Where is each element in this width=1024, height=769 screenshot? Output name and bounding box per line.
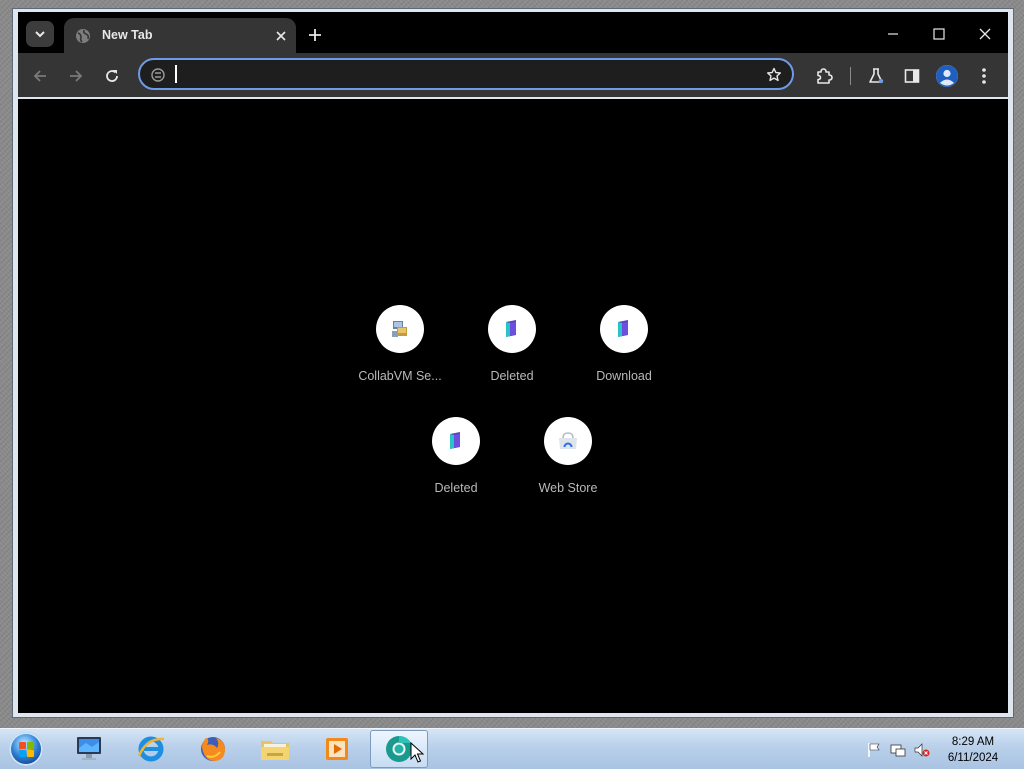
tab-search-button[interactable]	[26, 21, 54, 47]
shortcut-label: Deleted	[490, 369, 534, 383]
chevron-down-icon	[35, 31, 45, 38]
taskbar-app-media-player[interactable]	[310, 730, 364, 768]
new-tab-button[interactable]	[304, 24, 326, 46]
shortcut-tile[interactable]: CollabVM Se...	[344, 305, 456, 405]
internet-explorer-icon	[137, 736, 165, 762]
media-player-icon	[326, 738, 348, 760]
shortcut-icon-circle	[544, 417, 592, 465]
browser-toolbar	[18, 53, 1008, 97]
purple-bookmark-icon	[618, 320, 628, 337]
shortcut-tile[interactable]: Deleted	[400, 417, 512, 517]
purple-bookmark-icon	[450, 432, 460, 449]
clock-time: 8:29 AM	[951, 736, 995, 748]
chrome-page-icon	[150, 67, 166, 83]
maximize-button[interactable]	[916, 20, 962, 48]
extensions-button[interactable]	[812, 64, 836, 88]
address-input[interactable]	[174, 63, 758, 87]
address-bar[interactable]	[138, 58, 794, 90]
firefox-icon	[201, 737, 225, 761]
close-window-button[interactable]	[962, 20, 1008, 48]
new-tab-page: CollabVM Se... Deleted Download Deleted	[18, 99, 1008, 713]
person-icon	[936, 65, 958, 87]
network-icon[interactable]	[890, 742, 906, 758]
taskbar-app-windows-explorer[interactable]	[248, 730, 302, 768]
globe-icon	[76, 29, 90, 43]
maximize-icon	[933, 28, 945, 40]
side-panel-icon	[904, 69, 920, 83]
shortcut-icon-circle	[488, 305, 536, 353]
start-button[interactable]	[6, 730, 46, 768]
shortcut-icon-circle	[600, 305, 648, 353]
shortcut-tile[interactable]: Web Store	[512, 417, 624, 517]
collabvm-icon	[392, 321, 407, 337]
shortcut-label: Deleted	[434, 481, 478, 495]
tab-title: New Tab	[102, 28, 153, 42]
shortcut-label: Download	[596, 369, 652, 383]
folder-icon	[261, 741, 289, 760]
flask-icon	[869, 68, 884, 84]
taskbar: 8:29 AM 6/11/2024	[0, 728, 1024, 769]
profile-avatar[interactable]	[936, 65, 958, 87]
puzzle-icon	[817, 68, 833, 84]
close-icon	[276, 31, 286, 41]
reload-icon	[106, 70, 118, 82]
back-button[interactable]	[28, 64, 52, 88]
purple-bookmark-icon	[506, 320, 516, 337]
minimize-icon	[888, 33, 898, 35]
browser-window: New Tab CollabVM Se... Deleted Download …	[12, 8, 1014, 718]
arrow-left-icon	[33, 70, 46, 82]
tab-close-button[interactable]	[273, 28, 289, 44]
shortcut-tile[interactable]: Download	[568, 305, 680, 405]
bookmark-star-button[interactable]	[764, 65, 784, 85]
clock-date: 6/11/2024	[947, 752, 999, 764]
shortcut-label: Web Store	[538, 481, 598, 495]
shortcut-icon-circle	[432, 417, 480, 465]
mouse-cursor-icon	[410, 742, 424, 763]
more-vertical-icon	[982, 68, 986, 84]
chrome-web-store-icon	[559, 432, 577, 449]
toolbar-divider	[850, 67, 851, 85]
minimize-button[interactable]	[870, 20, 916, 48]
close-icon	[979, 28, 991, 40]
text-caret	[175, 65, 177, 83]
taskbar-app-internet-explorer[interactable]	[124, 730, 178, 768]
shortcut-icon-circle	[376, 305, 424, 353]
arrow-right-icon	[70, 70, 83, 82]
side-panel-button[interactable]	[900, 64, 924, 88]
plus-icon	[309, 29, 321, 41]
volume-muted-icon[interactable]	[914, 742, 930, 758]
taskbar-app-computer[interactable]	[62, 730, 116, 768]
system-clock[interactable]: 8:29 AM 6/11/2024	[940, 734, 1006, 766]
tab-new-tab[interactable]: New Tab	[64, 18, 296, 53]
shortcut-label: CollabVM Se...	[358, 369, 442, 383]
reload-button[interactable]	[100, 64, 124, 88]
forward-button[interactable]	[64, 64, 88, 88]
labs-button[interactable]	[864, 64, 888, 88]
tab-strip: New Tab	[18, 12, 1008, 53]
taskbar-app-firefox[interactable]	[186, 730, 240, 768]
windows-logo-icon	[9, 732, 43, 766]
menu-button[interactable]	[972, 64, 996, 88]
star-icon	[767, 67, 781, 82]
action-center-flag-icon[interactable]	[866, 742, 882, 758]
monitor-icon	[77, 737, 101, 760]
shortcut-tile[interactable]: Deleted	[456, 305, 568, 405]
